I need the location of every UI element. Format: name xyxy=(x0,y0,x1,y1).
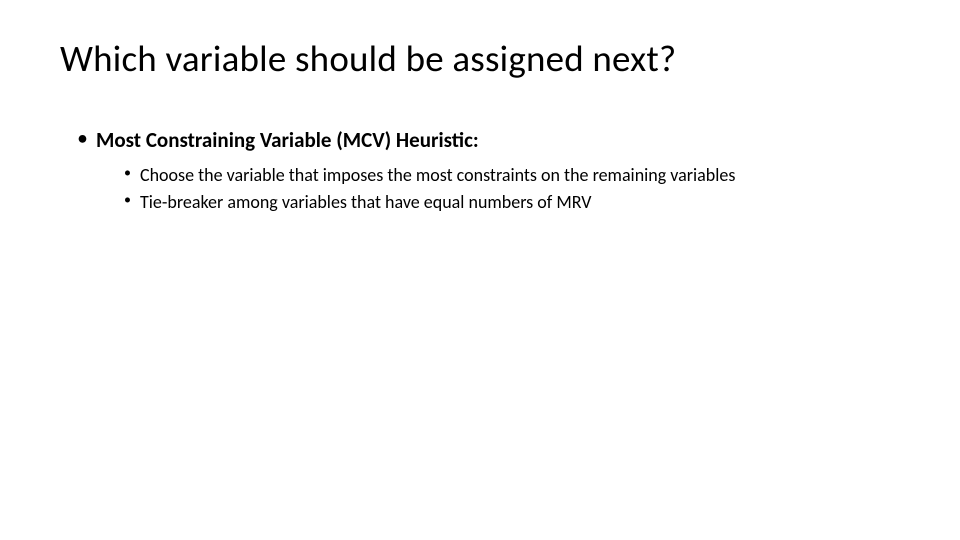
sub-bullet-label: Choose the variable that imposes the mos… xyxy=(140,164,735,186)
bullet-item-mcv: Most Constraining Variable (MCV) Heurist… xyxy=(78,127,900,214)
sub-bullet-label: Tie-breaker among variables that have eq… xyxy=(140,191,591,213)
bullet-list-level2: Choose the variable that imposes the mos… xyxy=(96,164,836,214)
bullet-list-level1: Most Constraining Variable (MCV) Heurist… xyxy=(60,127,900,214)
sub-bullet-item: Choose the variable that imposes the mos… xyxy=(124,164,836,187)
slide-title: Which variable should be assigned next? xyxy=(60,36,900,81)
sub-bullet-item: Tie-breaker among variables that have eq… xyxy=(124,191,836,214)
bullet-item-label: Most Constraining Variable (MCV) Heurist… xyxy=(96,127,479,153)
